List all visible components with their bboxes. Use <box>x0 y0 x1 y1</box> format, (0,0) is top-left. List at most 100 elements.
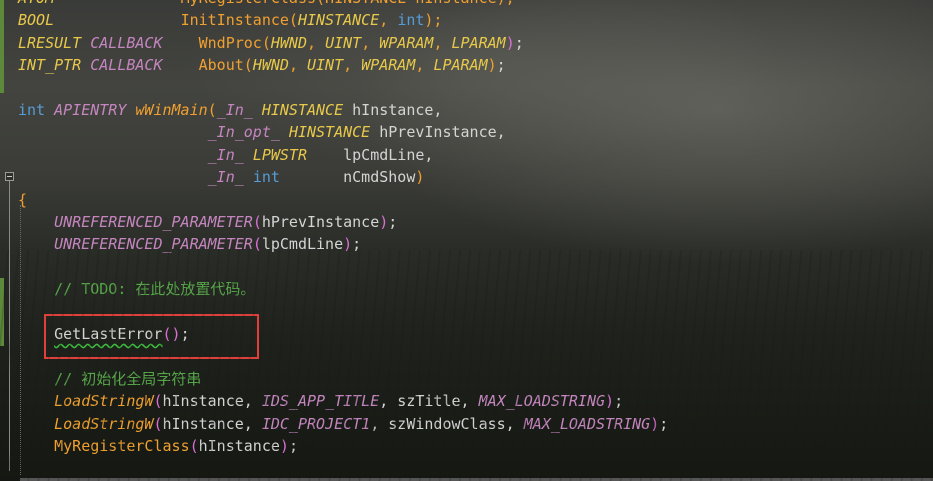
code-token: _In_ <box>216 101 253 119</box>
code-token: ( <box>207 101 217 119</box>
code-token: LPARAM <box>433 56 488 75</box>
code-token: WPARAM <box>361 56 416 75</box>
code-token: ; <box>352 235 362 254</box>
code-token: int <box>397 11 425 30</box>
code-token: InitInstance( <box>180 11 298 30</box>
code-token: hPrevInstance <box>261 213 380 231</box>
code-token: ; <box>388 213 398 231</box>
code-line[interactable]: _In_ LPWSTR lpCmdLine, <box>18 144 434 166</box>
code-line[interactable]: // 初始化全局字符串 <box>18 368 201 390</box>
code-token: int <box>252 168 280 187</box>
code-token: nCmdShow <box>279 168 416 187</box>
code-line[interactable]: INT_PTR CALLBACK About(HWND, UINT, WPARA… <box>18 54 506 76</box>
code-token: IDS_APP_TITLE <box>261 392 380 411</box>
code-line[interactable]: BOOL InitInstance(HINSTANCE, int); <box>18 9 442 31</box>
code-token: HINSTANCE <box>297 11 380 30</box>
fold-guide <box>9 181 10 471</box>
code-token: ; <box>659 414 669 433</box>
code-line[interactable]: int APIENTRY wWinMain(_In_ HINSTANCE hIn… <box>18 99 442 121</box>
code-token: wWinMain <box>135 101 208 119</box>
code-token: WPARAM <box>379 33 434 52</box>
code-line[interactable]: // TODO: 在此处放置代码。 <box>18 278 255 300</box>
code-token: hPrevInstance, <box>370 123 506 142</box>
code-line[interactable]: _In_opt_ HINSTANCE hPrevInstance, <box>18 121 506 143</box>
code-token: HINSTANCE <box>288 123 371 142</box>
code-token: About( <box>198 56 253 75</box>
code-token: , <box>415 56 434 75</box>
code-token: LoadStringW <box>54 392 154 411</box>
code-token: WndProc( <box>198 33 271 52</box>
code-token: hInstance <box>198 437 280 455</box>
code-token: ) <box>505 33 515 52</box>
code-line[interactable]: UNREFERENCED_PARAMETER(hPrevInstance); <box>18 211 397 233</box>
collapse-toggle-icon[interactable] <box>5 172 14 181</box>
code-line[interactable]: { <box>18 189 27 211</box>
code-token: MAX_LOADSTRING <box>478 392 606 411</box>
code-token: LPARAM <box>451 33 506 52</box>
code-token: ; <box>496 56 506 75</box>
code-token: { <box>18 190 28 209</box>
code-token: UINT <box>325 33 362 52</box>
code-line[interactable]: LoadStringW(hInstance, IDS_APP_TITLE, sz… <box>18 390 623 412</box>
code-editor[interactable]: ATOM MyRegisterClass(HINSTANCE hInstance… <box>0 0 933 481</box>
code-token: // TODO: 在此处放置代码。 <box>54 280 256 299</box>
code-token: // 初始化全局字符串 <box>54 369 202 388</box>
code-token: ; <box>614 392 624 411</box>
code-token: MyRegisterClass(HINSTANCE hInstance); <box>181 0 515 7</box>
code-token: ( <box>153 414 163 433</box>
annotation-highlight-box <box>44 314 259 359</box>
code-token: ); <box>424 11 443 30</box>
code-token: ) <box>343 235 353 254</box>
code-token: ) <box>279 437 289 455</box>
code-token: ATOM <box>18 0 54 7</box>
editor-gutter <box>0 0 8 481</box>
code-token: hInstance, <box>343 101 443 119</box>
code-token: , <box>307 33 326 52</box>
code-token: ) <box>605 392 615 411</box>
code-token: MAX_LOADSTRING <box>523 414 651 433</box>
code-token: LPWSTR <box>252 145 307 164</box>
code-token: HWND <box>270 33 307 52</box>
code-token: ; <box>288 437 298 455</box>
code-line[interactable]: UNREFERENCED_PARAMETER(lpCmdLine); <box>18 233 361 255</box>
code-token: , <box>343 56 362 75</box>
code-token: ( <box>153 392 163 411</box>
code-token: , <box>288 56 307 75</box>
code-token: ) <box>415 168 425 187</box>
code-line[interactable]: LoadStringW(hInstance, IDC_PROJECT1, szW… <box>18 413 668 435</box>
code-token: lpCmdLine <box>261 235 344 254</box>
code-token: INT_PTR <box>18 56 82 75</box>
change-marker <box>0 278 4 346</box>
code-line[interactable]: _In_ int nCmdShow) <box>18 166 425 188</box>
code-token: , <box>361 33 380 52</box>
code-line[interactable]: MyRegisterClass(hInstance); <box>18 435 298 457</box>
code-token: int <box>18 101 46 119</box>
code-token: CALLBACK <box>90 33 163 52</box>
code-token: BOOL <box>18 11 55 30</box>
code-token: , szWindowClass, <box>370 414 524 433</box>
code-token: ( <box>252 213 262 231</box>
code-token: HWND <box>252 56 289 75</box>
code-line[interactable]: LRESULT CALLBACK WndProc(HWND, UINT, WPA… <box>18 32 524 54</box>
code-token: CALLBACK <box>90 56 163 75</box>
code-token: ( <box>189 437 199 455</box>
code-token: ) <box>650 414 660 433</box>
code-token: APIENTRY <box>54 101 127 119</box>
code-token: UINT <box>307 56 344 75</box>
code-token: , szTitle, <box>379 392 479 411</box>
code-token: ) <box>379 213 389 231</box>
code-line[interactable]: ATOM MyRegisterClass(HINSTANCE hInstance… <box>18 0 515 9</box>
code-token: _In_ <box>207 145 244 164</box>
